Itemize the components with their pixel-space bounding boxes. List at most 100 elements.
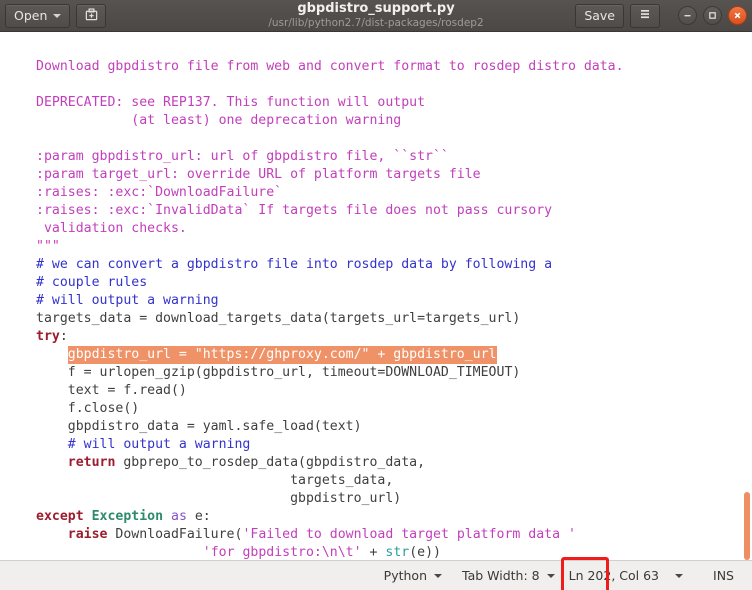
code-span: :raises: :exc:`InvalidData` If targets f… <box>36 203 553 218</box>
code-span: (e)) <box>409 545 441 560</box>
code-line: targets_data, <box>36 472 752 490</box>
code-line: :param target_url: override URL of platf… <box>36 166 752 184</box>
code-line: gbpdistro_data = yaml.safe_load(text) <box>36 418 752 436</box>
code-span: """ <box>36 239 60 254</box>
code-line: gbpdistro_url = "https://ghproxy.com/" +… <box>36 346 752 364</box>
language-selector[interactable]: Python <box>374 562 452 590</box>
code-line: f = urlopen_gzip(gbpdistro_url, timeout=… <box>36 364 752 382</box>
code-span: 'Failed to download target platform data… <box>242 527 576 542</box>
language-label: Python <box>383 568 428 583</box>
code-line: :raises: :exc:`DownloadFailure` <box>36 184 752 202</box>
code-line: targets_data = download_targets_data(tar… <box>36 310 752 328</box>
code-span: :param target_url: override URL of platf… <box>36 167 481 182</box>
chevron-down-icon <box>53 13 62 18</box>
code-editor-viewport[interactable]: """ Download gbpdistro file from web and… <box>0 32 752 560</box>
open-button[interactable]: Open <box>5 3 71 28</box>
insert-mode-label: INS <box>713 568 734 583</box>
code-span: DownloadFailure( <box>107 527 243 542</box>
code-text[interactable]: """ Download gbpdistro file from web and… <box>0 32 752 560</box>
code-span: :param gbpdistro_url: url of gbpdistro f… <box>36 149 449 164</box>
code-span: + <box>361 545 386 560</box>
selected-code-span: gbpdistro_url = "https://ghproxy.com/" +… <box>67 346 497 364</box>
code-line: # we can convert a gbpdistro file into r… <box>36 256 752 274</box>
code-line: validation checks. <box>36 220 752 238</box>
code-span: # we can convert a gbpdistro file into r… <box>36 257 553 272</box>
tab-width-selector[interactable]: Tab Width: 8 <box>452 562 565 590</box>
code-line: return gbprepo_to_rosdep_data(gbpdistro_… <box>36 454 752 472</box>
code-span: raise <box>67 527 108 542</box>
code-line: :raises: :exc:`InvalidData` If targets f… <box>36 202 752 220</box>
new-document-icon <box>84 7 99 25</box>
code-span: DEPRECATED: see REP137. This function wi… <box>36 95 426 110</box>
code-span: # couple rules <box>36 275 148 290</box>
chevron-down-icon <box>546 573 555 578</box>
chevron-down-icon[interactable] <box>675 573 684 578</box>
code-span: targets_data, <box>67 473 394 488</box>
insert-mode-indicator[interactable]: INS <box>703 562 744 590</box>
save-button[interactable]: Save <box>575 3 624 28</box>
code-span: gbprepo_to_rosdep_data(gbpdistro_data, <box>115 455 426 470</box>
code-line: # couple rules <box>36 274 752 292</box>
close-icon <box>733 11 742 20</box>
minimize-icon <box>683 11 692 20</box>
code-line: f.close() <box>36 400 752 418</box>
code-span: # will output a warning <box>36 293 219 308</box>
code-span: try <box>36 329 60 344</box>
chevron-down-icon <box>434 573 443 578</box>
code-span: Exception <box>91 509 164 524</box>
code-line: gbpdistro_url) <box>36 490 752 508</box>
code-line: """ <box>36 238 752 256</box>
code-span: f.close() <box>67 401 140 416</box>
code-line: Download gbpdistro file from web and con… <box>36 58 752 76</box>
code-span: f = urlopen_gzip(gbpdistro_url, timeout=… <box>67 365 521 380</box>
code-line: try: <box>36 328 752 346</box>
page-title: gbpdistro_support.py <box>297 1 455 16</box>
code-span: return <box>67 455 116 470</box>
code-span <box>68 545 203 560</box>
close-button[interactable] <box>728 6 747 25</box>
minimize-button[interactable] <box>678 6 697 25</box>
code-span: :raises: :exc:`DownloadFailure` <box>36 185 283 200</box>
text-editor-window: Open gbpdistro_support.py /usr/lib/pytho… <box>0 0 752 590</box>
open-button-label: Open <box>14 8 48 23</box>
code-line: :param gbpdistro_url: url of gbpdistro f… <box>36 148 752 166</box>
maximize-button[interactable] <box>703 6 722 25</box>
status-bar: Python Tab Width: 8 Ln 202, Col 63 INS <box>0 557 752 590</box>
titlebar-right-controls: Save <box>575 3 747 28</box>
hamburger-menu-button[interactable] <box>630 3 660 28</box>
title-bar: Open gbpdistro_support.py /usr/lib/pytho… <box>0 0 752 32</box>
cursor-position-indicator[interactable]: Ln 202, Col 63 <box>560 557 663 590</box>
new-document-button[interactable] <box>76 3 107 28</box>
code-span <box>163 509 171 524</box>
code-span: """ <box>36 32 60 38</box>
code-span: gbpdistro_data = yaml.safe_load(text) <box>67 419 362 434</box>
maximize-icon <box>708 11 717 20</box>
code-line: text = f.read() <box>36 382 752 400</box>
code-span: targets_data = download_targets_data(tar… <box>36 311 521 326</box>
code-span: 'for gbpdistro:\n\t' <box>202 545 362 560</box>
code-span: as <box>171 509 187 524</box>
code-span: str <box>385 545 410 560</box>
code-span: text = f.read() <box>67 383 187 398</box>
code-span <box>84 509 92 524</box>
code-span: # will output a warning <box>67 437 251 452</box>
vertical-scrollbar-thumb[interactable] <box>744 492 750 560</box>
hamburger-menu-icon <box>638 7 652 24</box>
file-path-subtitle: /usr/lib/python2.7/dist-packages/rosdep2 <box>268 17 484 29</box>
titlebar-left-controls: Open <box>5 3 107 28</box>
code-line: except Exception as e: <box>36 508 752 526</box>
save-button-label: Save <box>584 8 615 23</box>
code-line: # will output a warning <box>36 436 752 454</box>
code-span: Download gbpdistro file from web and con… <box>36 59 624 74</box>
code-span: validation checks. <box>36 221 187 236</box>
code-span: gbpdistro_url) <box>67 491 402 506</box>
code-span: : <box>59 329 68 344</box>
code-span: (at least) one deprecation warning <box>36 113 402 128</box>
code-span: except <box>36 509 84 524</box>
tab-width-label: Tab Width: 8 <box>462 568 540 583</box>
code-span: e: <box>186 509 211 524</box>
code-line: # will output a warning <box>36 292 752 310</box>
